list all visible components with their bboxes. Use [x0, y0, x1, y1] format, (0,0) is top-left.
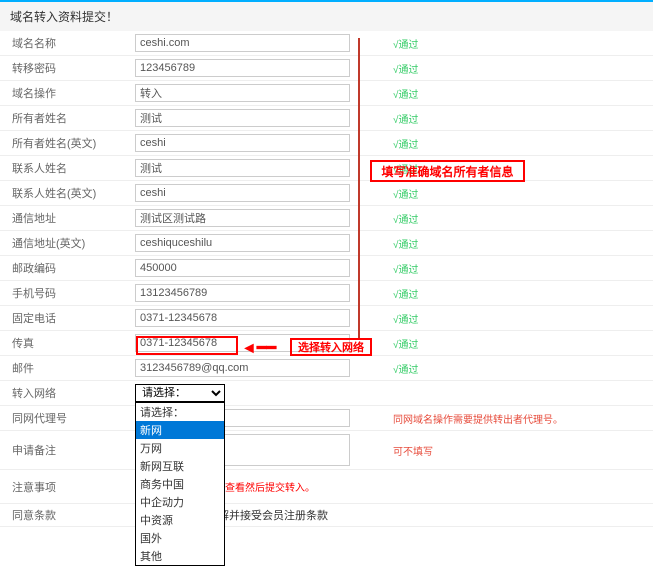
label-owner-name: 所有者姓名: [0, 110, 135, 126]
label-domain-name: 域名名称: [0, 35, 135, 51]
dropdown-option[interactable]: 国外: [136, 529, 224, 547]
note-remark: 可不填写: [385, 443, 433, 458]
note-agent: 同网域名操作需要提供转出者代理号。: [385, 411, 563, 426]
status-pass: √通过: [385, 211, 419, 226]
label-agent-id: 同网代理号: [0, 410, 135, 426]
dropdown-option[interactable]: 商务中国: [136, 475, 224, 493]
transfer-code-input[interactable]: [135, 59, 350, 77]
status-pass: √通过: [385, 261, 419, 276]
label-domain-op: 域名操作: [0, 85, 135, 101]
dropdown-option[interactable]: 请选择：: [136, 403, 224, 421]
phone-input[interactable]: [135, 309, 350, 327]
label-agree: 同意条款: [0, 507, 135, 523]
address-en-input[interactable]: [135, 234, 350, 252]
status-pass: √通过: [385, 236, 419, 251]
address-input[interactable]: [135, 209, 350, 227]
label-mobile: 手机号码: [0, 285, 135, 301]
domain-op-input[interactable]: [135, 84, 350, 102]
dropdown-option[interactable]: 新网互联: [136, 457, 224, 475]
label-postcode: 邮政编码: [0, 260, 135, 276]
label-owner-name-en: 所有者姓名(英文): [0, 135, 135, 151]
dropdown-option[interactable]: 新网: [136, 421, 224, 439]
status-pass: √通过: [385, 286, 419, 301]
page-title: 域名转入资料提交！: [0, 0, 653, 31]
label-fax: 传真: [0, 335, 135, 351]
fax-input[interactable]: [135, 334, 350, 352]
label-transfer-code: 转移密码: [0, 60, 135, 76]
status-pass: √通过: [385, 361, 419, 376]
dropdown-option[interactable]: 中资源: [136, 511, 224, 529]
status-pass: √通过: [385, 61, 419, 76]
contact-name-en-input[interactable]: [135, 184, 350, 202]
label-address-en: 通信地址(英文): [0, 235, 135, 251]
status-pass: √通过: [385, 311, 419, 326]
label-address: 通信地址: [0, 210, 135, 226]
domain-name-input[interactable]: [135, 34, 350, 52]
label-notice: 注意事项: [0, 479, 135, 495]
contact-name-input[interactable]: [135, 159, 350, 177]
owner-name-en-input[interactable]: [135, 134, 350, 152]
transfer-net-dropdown: 请选择：新网万网新网互联商务中国中企动力中资源国外其他: [135, 402, 225, 566]
status-pass: √通过: [385, 111, 419, 126]
postcode-input[interactable]: [135, 259, 350, 277]
dropdown-option[interactable]: 其他: [136, 547, 224, 565]
status-pass: √通过: [385, 161, 419, 176]
status-pass: √通过: [385, 136, 419, 151]
status-pass: √通过: [385, 186, 419, 201]
dropdown-option[interactable]: 中企动力: [136, 493, 224, 511]
label-email: 邮件: [0, 360, 135, 376]
label-remark: 申请备注: [0, 442, 135, 458]
status-pass: √通过: [385, 36, 419, 51]
label-transfer-net: 转入网络: [0, 385, 135, 401]
label-contact-name: 联系人姓名: [0, 160, 135, 176]
status-pass: √通过: [385, 336, 419, 351]
status-pass: √通过: [385, 86, 419, 101]
email-input[interactable]: [135, 359, 350, 377]
transfer-net-select[interactable]: 请选择：: [135, 384, 225, 402]
label-contact-name-en: 联系人姓名(英文): [0, 185, 135, 201]
label-phone: 固定电话: [0, 310, 135, 326]
mobile-input[interactable]: [135, 284, 350, 302]
dropdown-option[interactable]: 万网: [136, 439, 224, 457]
owner-name-input[interactable]: [135, 109, 350, 127]
